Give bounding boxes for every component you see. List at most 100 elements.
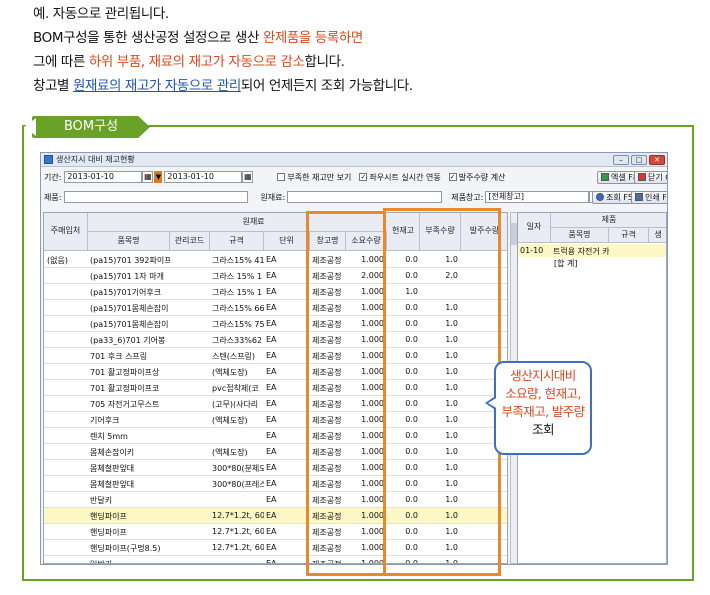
cell-spec: 300*80(분체도 [212,464,264,473]
cell-stock: 0.0 [405,431,418,440]
cell-unit: EA [266,543,277,552]
header-product-spec: 규격 [609,228,649,243]
table-row[interactable]: 핸딩파이프 12.7*1.2t, 605EA 제조공정 1.000 0.0 1.0 [44,524,507,540]
date-from-input[interactable]: 2013-01-10 [64,171,143,183]
cell-stock: 0.0 [405,559,418,564]
cell-stock: 0.0 [405,463,418,472]
table-row[interactable]: 일반키 EA 제조공정 1.000 0.0 1.0 [44,556,507,564]
cell-short: 1.0 [445,527,458,536]
window-title: 생산지시 대비 재고현황 [56,155,135,164]
warehouse-select[interactable]: [전체창고] [485,191,590,203]
material-label: 원재료: [260,192,286,202]
table-row[interactable]: 몸체철판앞대 300*80(분체도 EA 제조공정 1.000 0.0 1.0 [44,460,507,476]
realtime-link-label: 좌우시트 실시간 연동 [369,172,441,182]
callout-line-3: 부족재고, 발주량 [501,404,585,419]
dropdown-arrow-icon[interactable]: ▼ [154,171,163,183]
cell-short: 1.0 [445,335,458,344]
cell-req: 2.000 [361,271,384,280]
cell-item: 몸체손잡이키 [90,448,135,457]
minimize-button[interactable]: – [613,155,629,165]
cell-unit: EA [266,415,277,424]
print-button[interactable]: 인쇄 F7 [631,191,667,204]
table-row[interactable]: (pa15)701몸체손잡이 그라스15% 75 EA 제조공정 1.000 0.0 1.0 [44,316,507,332]
product-input[interactable] [64,191,249,203]
calendar-icon[interactable]: ▦ [242,171,254,183]
material-input[interactable] [287,191,443,203]
header-warehouse: 창고명 [310,232,346,251]
cell-item: 반달키 [90,496,113,505]
order-calc-checkbox[interactable]: ✓ [448,173,457,181]
cell-item: 705 자전거고무스트 [90,400,160,409]
cell-short: 1.0 [445,431,458,440]
cell-spec: 그라스15% 41 [212,256,264,265]
cell-wh: 제조공정 [312,256,342,265]
cell-req: 1.000 [361,319,384,328]
table-row[interactable]: 핸딩파이프(구멍8.5) 12.7*1.2t, 605EA 제조공정 1.000 0.0… [44,540,507,556]
table-row[interactable]: (pa15)701 392파이프 그라스15% 41 EA 제조공정 1.000 0.0 1… [44,252,507,268]
cell-item: 몸체철판앞대 [90,480,135,489]
calendar-icon[interactable]: ▦ [142,171,154,183]
cell-short: 1.0 [445,415,458,424]
table-row[interactable]: 705 자전거고무스트 (고무)(사다리 EA 제조공정 1.000 0.0 1.0 [44,396,507,412]
intro-line-3: 그에 따른 하위 부품, 재료의 재고가 자동으로 감소합니다. [33,54,345,70]
intro-text: 예. 자동으로 관리됩니다. BOM구성을 통한 생산공정 설정으로 생산 완제… [33,2,703,98]
table-row[interactable]: (pa15)701몸체손잡이 그라스15% 66 EA 제조공정 1.000 0.0 1.0 [44,300,507,316]
cell-item: 렌치 5mm [90,432,128,441]
cell-short: 1.0 [445,351,458,360]
cell-short: 1.0 [445,495,458,504]
table-row[interactable]: (pa15)701 1자 마개 그라스 15% 1 EA 제조공정 2.000 0.0 2.… [44,268,507,284]
header-product-group: 제품 [551,213,666,228]
product-row[interactable]: 01-10 트럭용 자전거 카 [518,244,666,257]
table-row[interactable]: 렌치 5mm EA 제조공정 1.000 0.0 1.0 [44,428,507,444]
search-icon [596,193,604,201]
maximize-button[interactable]: □ [631,155,647,165]
close-button[interactable]: 닫기 C [634,171,667,184]
intro-line-4: 창고별 원재료의 재고가 자동으로 관리되어 언제든지 조회 가능합니다. [33,78,413,94]
header-mgmt-code: 관리코드 [170,232,210,251]
cell-wh: 제조공정 [312,496,342,505]
cell-stock: 0.0 [405,383,418,392]
cell-wh: 제조공정 [312,544,342,553]
table-row[interactable]: 701 후크 스프링 스텐(스프링) EA 제조공정 1.000 0.0 1.0 [44,348,507,364]
cell-req: 1.000 [361,367,384,376]
callout-line-1: 생산지시대비 [510,368,576,383]
cell-spec: 그라스15% 66 [212,304,264,313]
table-row[interactable]: 701 활고정파이프상 (액체도장) EA 제조공정 1.000 0.0 1.0 [44,364,507,380]
realtime-link-checkbox[interactable]: ✓ [359,173,368,181]
intro-highlight-managed: 원재료의 재고가 자동으로 관리 [72,78,241,94]
table-row[interactable]: (pa15)701기어후크 그라스 15% 1 EA 제조공정 1.000 1.0 [44,284,507,300]
cell-req: 1.000 [361,303,384,312]
header-current-stock: 현재고 [387,213,420,251]
cell-stock: 0.0 [405,399,418,408]
table-row[interactable]: 몸체철판앞대 300*80(프레스 EA 제조공정 1.000 0.0 1.0 [44,476,507,492]
cell-req: 1.000 [361,383,384,392]
window-close-button[interactable]: ✕ [649,155,665,165]
cell-unit: EA [266,319,277,328]
cell-stock: 0.0 [405,415,418,424]
cell-req: 1.000 [361,255,384,264]
cell-unit: EA [266,399,277,408]
cell-unit: EA [266,479,277,488]
cell-wh: 제조공정 [312,480,342,489]
shortage-only-checkbox[interactable] [277,173,286,181]
cell-short: 1.0 [445,383,458,392]
cell-spec: 스텐(스프링) [212,352,256,361]
table-row[interactable]: 기어후크 (액체도장) EA 제조공정 1.000 0.0 1.0 [44,412,507,428]
cell-item: 몸체철판앞대 [90,464,135,473]
bom-badge-label: BOM구성 [32,116,150,138]
cell-short: 1.0 [445,463,458,472]
cell-unit: EA [266,431,277,440]
cell-req: 1.000 [361,511,384,520]
cell-stock: 0.0 [405,495,418,504]
table-row[interactable]: 몸체손잡이키 (액체도장) EA 제조공정 1.000 0.0 1.0 [44,444,507,460]
table-row[interactable]: 반달키 EA 제조공정 1.000 0.0 1.0 [44,492,507,508]
table-row[interactable]: 핸딩파이프 12.7*1.2t, 605EA 제조공정 1.000 0.0 1.0 [44,508,507,524]
date-to-input[interactable]: 2013-01-10 [164,171,243,183]
cell-unit: EA [266,495,277,504]
header-material-group: 원재료 [88,213,420,232]
table-row[interactable]: (pa33_6)701 기어봉 그라스33%62 EA 제조공정 1.000 0.0 1.0 [44,332,507,348]
header-spec: 규격 [210,232,264,251]
cell-wh: 제조공정 [312,400,342,409]
header-order-qty: 발주수량 [461,213,507,251]
table-row[interactable]: 701 활고정파이프코 pvc접착제(코 EA 제조공정 1.000 0.0 1.0 [44,380,507,396]
